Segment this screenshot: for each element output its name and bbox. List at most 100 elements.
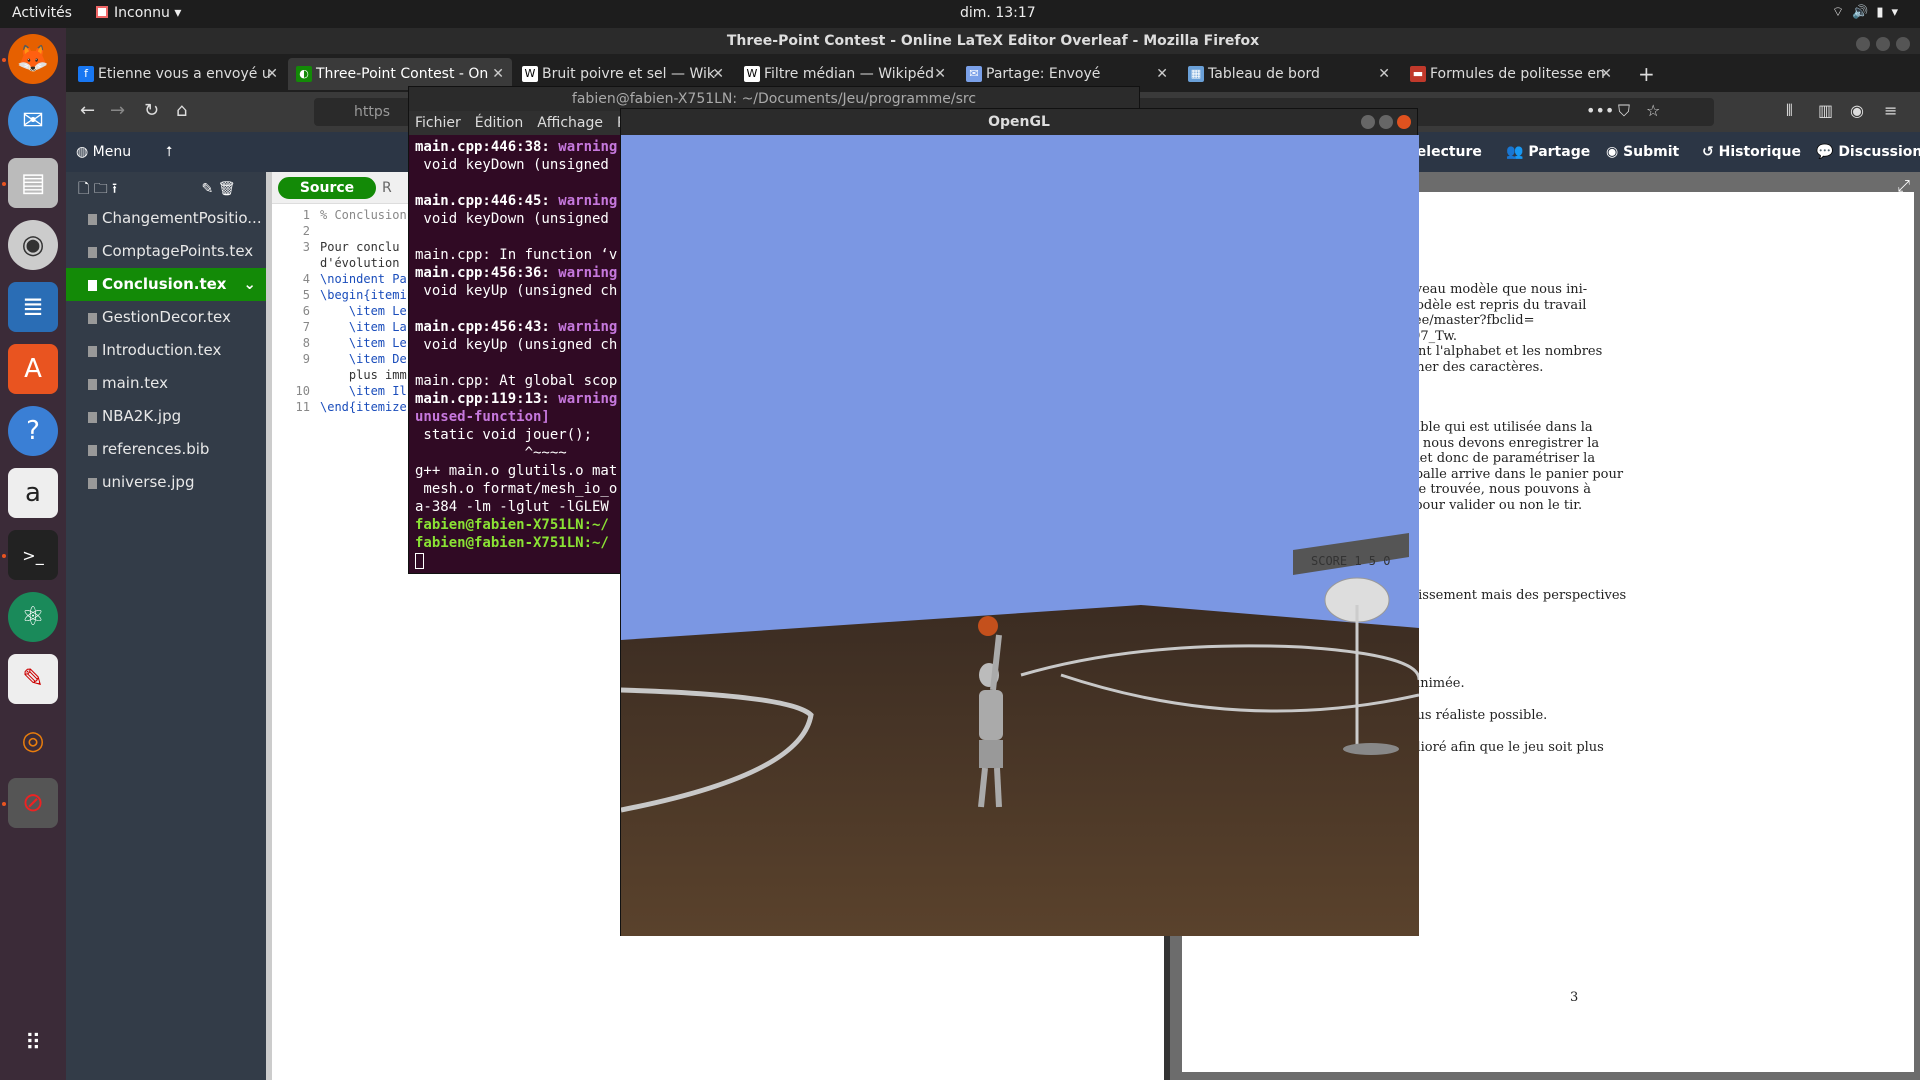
terminal-icon[interactable]: >_ [8, 530, 58, 580]
close-tab-icon[interactable]: ✕ [1156, 58, 1168, 90]
file-item[interactable]: ComptagePoints.tex [66, 235, 266, 268]
browser-tab[interactable]: ▬ Formules de politesse en ✕ [1402, 58, 1620, 90]
rhythmbox-icon[interactable]: ◉ [8, 220, 58, 270]
forward-icon[interactable]: → [110, 100, 125, 121]
menu-edit[interactable]: Édition [475, 115, 523, 131]
code-line: \begin{itemi [320, 288, 407, 302]
menu-icon[interactable]: ≡ [1884, 101, 1897, 120]
code-line: \item Le [320, 336, 407, 350]
line-number: 3 [302, 240, 310, 254]
opengl-viewport[interactable]: SCORE 1 5 0 [621, 135, 1419, 936]
share-button[interactable]: 👥 Partage [1506, 144, 1590, 160]
workspace-menu[interactable]: Inconnu ▾ [96, 5, 181, 21]
file-icon [88, 214, 97, 225]
maximize-icon[interactable] [1379, 115, 1393, 129]
blender-icon[interactable]: ◎ [8, 716, 58, 766]
url-text: https [354, 104, 391, 120]
file-item[interactable]: ChangementPositio... [66, 202, 266, 235]
sidebar-icon[interactable]: ▥ [1818, 101, 1833, 120]
submit-button[interactable]: ◉ Submit [1606, 144, 1679, 160]
amazon-icon[interactable]: a [8, 468, 58, 518]
firefox-icon[interactable]: 🦊 [8, 34, 58, 84]
delete-icon[interactable]: 🗑 [218, 181, 236, 197]
facebook-icon: f [78, 66, 94, 82]
new-tab-button[interactable]: + [1632, 58, 1662, 90]
reload-icon[interactable]: ↻ [144, 100, 159, 121]
help-icon[interactable]: ? [8, 406, 58, 456]
browser-tab[interactable]: ▦ Tableau de bord ✕ [1180, 58, 1398, 90]
terminal-line: main.cpp:456:36: warning [415, 265, 617, 281]
terminal-line: main.cpp:446:38: warning [415, 139, 617, 155]
file-item[interactable]: main.tex [66, 367, 266, 400]
share-label: Partage [1528, 144, 1591, 160]
terminal-text: main.cpp: In function ‘v [415, 247, 618, 263]
terminal-line: g++ main.o glutils.o mat [415, 463, 617, 479]
file-name: ComptagePoints.tex [102, 242, 254, 260]
system-tray[interactable]: ⌔🔊▮▾ [1832, 4, 1906, 20]
file-item[interactable]: Introduction.tex [66, 334, 266, 367]
tab-label: Filtre médian — Wikipéd [764, 66, 935, 82]
source-mode-button[interactable]: Source [278, 177, 376, 199]
file-name: ChangementPositio... [102, 209, 262, 227]
court-floor [621, 605, 1419, 936]
close-icon[interactable] [1397, 115, 1411, 129]
chevron-down-icon[interactable]: ⌄ [243, 268, 256, 301]
player-shorts [979, 740, 1003, 768]
file-item[interactable]: universe.jpg [66, 466, 266, 499]
minimize-icon[interactable] [1361, 115, 1375, 129]
file-icon [88, 247, 97, 258]
upload-icon[interactable]: ⭱ [112, 181, 117, 197]
menu-file[interactable]: Fichier [415, 115, 461, 131]
back-icon[interactable]: ← [80, 100, 95, 121]
writer-icon[interactable]: ≣ [8, 282, 58, 332]
terminal-text: void keyUp (unsigned ch [415, 337, 618, 353]
page-actions-icon[interactable]: ••• [1586, 101, 1614, 120]
file-item[interactable]: GestionDecor.tex [66, 301, 266, 334]
rename-icon[interactable]: ✎ [202, 181, 214, 197]
line-number: 10 [295, 384, 310, 398]
terminal-line: void keyUp (unsigned ch [415, 337, 617, 353]
mail-icon: ✉ [966, 66, 982, 82]
opengl-app-icon[interactable]: ⊘ [8, 778, 58, 828]
opengl-window[interactable]: OpenGL SCORE 1 5 0 [620, 108, 1419, 936]
terminal-text: void keyDown (unsigned [415, 157, 609, 173]
app-icon [96, 6, 108, 18]
close-tab-icon[interactable]: ✕ [1600, 58, 1612, 90]
file-item[interactable]: references.bib [66, 433, 266, 466]
activities-button[interactable]: Activités [12, 5, 72, 21]
new-folder-icon[interactable]: 🗀 [94, 181, 108, 197]
document-viewer-icon[interactable]: ✎ [8, 654, 58, 704]
clock[interactable]: dim. 13:17 [960, 5, 1036, 21]
close-icon[interactable] [1896, 37, 1910, 51]
atom-icon[interactable]: ⚛ [8, 592, 58, 642]
tab-label: Formules de politesse en [1430, 66, 1605, 82]
file-item[interactable]: NBA2K.jpg [66, 400, 266, 433]
software-icon[interactable]: A [8, 344, 58, 394]
file-item-selected[interactable]: Conclusion.tex ⌄ [66, 268, 266, 301]
thunderbird-icon[interactable]: ✉ [8, 96, 58, 146]
home-icon[interactable]: ⌂ [176, 100, 187, 121]
history-button[interactable]: ↺ Historique [1702, 144, 1801, 160]
show-apps-icon[interactable]: ⠿ [8, 1018, 58, 1068]
files-icon[interactable]: ▤ [8, 158, 58, 208]
up-arrow-icon[interactable]: ⭡ [166, 144, 173, 160]
account-icon[interactable]: ◉ [1850, 101, 1864, 120]
close-tab-icon[interactable]: ✕ [1378, 58, 1390, 90]
code-line: Pour conclu [320, 240, 400, 254]
file-icon [88, 379, 97, 390]
maximize-icon[interactable] [1876, 37, 1890, 51]
terminal-highlight: warning [558, 139, 618, 155]
minimize-icon[interactable] [1856, 37, 1870, 51]
terminal-text: main.cpp: At global scop [415, 373, 618, 389]
terminal-highlight: fabien@fabien-X751LN:~/ [415, 517, 609, 533]
close-tab-icon[interactable]: ✕ [266, 58, 278, 90]
file-name: Introduction.tex [102, 341, 222, 359]
bookmark-star-icon[interactable]: ☆ [1646, 101, 1660, 120]
browser-tab[interactable]: f Etienne vous a envoyé u ✕ [70, 58, 286, 90]
menu-button[interactable]: ◍ Menu [76, 144, 131, 160]
chat-button[interactable]: 💬 Discussion [1816, 144, 1920, 160]
menu-view[interactable]: Affichage [537, 115, 603, 131]
pocket-icon[interactable]: ⛉ [1618, 101, 1630, 121]
new-file-icon[interactable]: 🗋 [78, 181, 89, 197]
library-icon[interactable]: ⫴ [1786, 101, 1793, 121]
